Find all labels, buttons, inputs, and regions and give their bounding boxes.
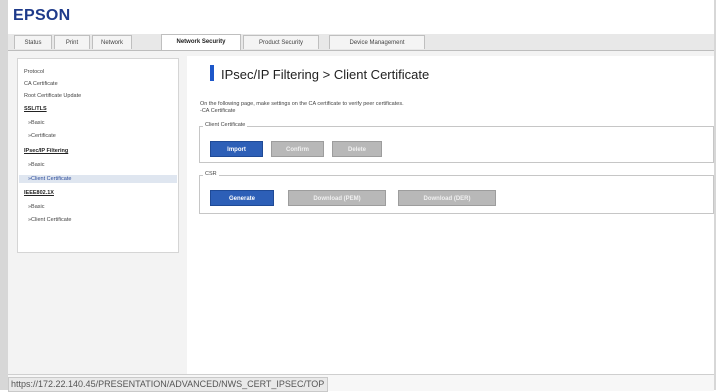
generate-button[interactable]: Generate <box>210 190 274 206</box>
confirm-button[interactable]: Confirm <box>271 141 324 157</box>
sidebar-item-ieee-basic[interactable]: »Basic <box>28 204 45 210</box>
title-accent-bar <box>210 65 214 81</box>
sidebar-nav: Protocol CA Certificate Root Certificate… <box>17 58 179 253</box>
tab-print[interactable]: Print <box>54 35 90 49</box>
delete-button[interactable]: Delete <box>332 141 382 157</box>
import-button[interactable]: Import <box>210 141 263 157</box>
main-tab-bar: Status Print Network Network Security Pr… <box>8 34 714 51</box>
sidebar-heading-ieee8021x[interactable]: IEEE802.1X <box>24 190 54 196</box>
tab-status[interactable]: Status <box>14 35 52 49</box>
sidebar-item-ipsec-basic[interactable]: »Basic <box>28 162 45 168</box>
page-header: EPSON <box>8 0 714 35</box>
sidebar-item-ieee-client-certificate[interactable]: »Client Certificate <box>28 217 71 223</box>
download-der-button[interactable]: Download (DER) <box>398 190 496 206</box>
tab-network[interactable]: Network <box>92 35 132 49</box>
csr-legend: CSR <box>203 171 219 177</box>
ca-certificate-link[interactable]: -CA Certificate <box>200 108 235 114</box>
sidebar-item-ssl-certificate[interactable]: »Certificate <box>28 133 56 139</box>
tab-product-security[interactable]: Product Security <box>243 35 319 49</box>
browser-status-bar: https://172.22.140.45/PRESENTATION/ADVAN… <box>8 374 714 392</box>
sidebar-item-protocol[interactable]: Protocol <box>24 69 44 75</box>
sidebar-item-root-certificate-update[interactable]: Root Certificate Update <box>24 93 81 99</box>
sidebar-item-ca-certificate[interactable]: CA Certificate <box>24 81 58 87</box>
sidebar-item-ipsec-client-certificate[interactable]: »Client Certificate <box>19 175 177 183</box>
sidebar-heading-ipsec-ip-filtering[interactable]: IPsec/IP Filtering <box>24 148 68 154</box>
download-pem-button[interactable]: Download (PEM) <box>288 190 386 206</box>
sidebar-item-ssl-basic[interactable]: »Basic <box>28 120 45 126</box>
page-description: On the following page, make settings on … <box>200 101 404 107</box>
sidebar-heading-ssl-tls[interactable]: SSL/TLS <box>24 106 47 112</box>
epson-logo: EPSON <box>13 7 71 24</box>
tab-device-management[interactable]: Device Management <box>329 35 425 49</box>
page-title: IPsec/IP Filtering > Client Certificate <box>221 67 430 82</box>
tab-network-security[interactable]: Network Security <box>161 34 241 50</box>
client-certificate-legend: Client Certificate <box>203 122 248 128</box>
window-frame-left <box>0 0 8 390</box>
